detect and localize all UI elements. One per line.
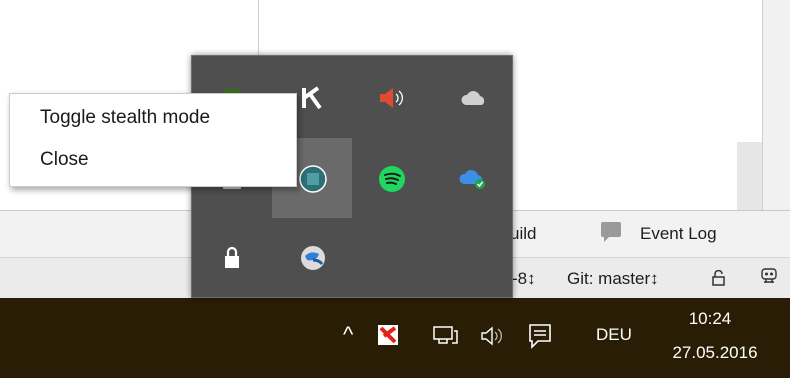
action-center-icon[interactable] <box>527 322 553 350</box>
spotify-icon[interactable] <box>372 159 412 199</box>
editor-right-border <box>762 0 763 210</box>
scrollbar-thumb[interactable] <box>737 142 762 210</box>
event-log-tab[interactable]: Event Log <box>640 224 717 244</box>
build-tab[interactable]: uild <box>510 224 536 244</box>
taskbar: ^ DEU 10:24 27.05.2016 <box>0 298 790 378</box>
clock-date[interactable]: 27.05.2016 <box>660 343 770 363</box>
lock-icon[interactable] <box>212 238 252 278</box>
volume-muted-icon[interactable] <box>372 78 412 118</box>
onedrive-icon[interactable] <box>454 78 494 118</box>
git-branch-indicator[interactable]: Git: master↕ <box>567 269 659 289</box>
globe-app-icon[interactable] <box>293 238 333 278</box>
clock-time[interactable]: 10:24 <box>680 309 740 329</box>
tray-context-menu: Toggle stealth mode Close <box>9 93 297 187</box>
kaspersky-tray-icon[interactable] <box>376 322 400 348</box>
inspector-icon[interactable] <box>758 265 780 287</box>
show-hidden-icons-chevron[interactable]: ^ <box>343 322 353 348</box>
event-log-icon <box>601 222 621 242</box>
readonly-lock-icon[interactable] <box>712 270 725 286</box>
volume-icon[interactable] <box>479 325 507 347</box>
input-language-indicator[interactable]: DEU <box>596 325 632 345</box>
encoding-indicator[interactable]: -8↕ <box>512 269 536 289</box>
k-app-icon[interactable] <box>293 78 333 118</box>
close-menu-item[interactable]: Close <box>40 149 89 171</box>
onedrive-synced-icon[interactable] <box>454 159 494 199</box>
network-icon[interactable] <box>432 325 458 347</box>
right-gutter <box>763 0 790 210</box>
mail-app-icon[interactable] <box>293 159 333 199</box>
toggle-stealth-mode-menu-item[interactable]: Toggle stealth mode <box>40 107 210 129</box>
